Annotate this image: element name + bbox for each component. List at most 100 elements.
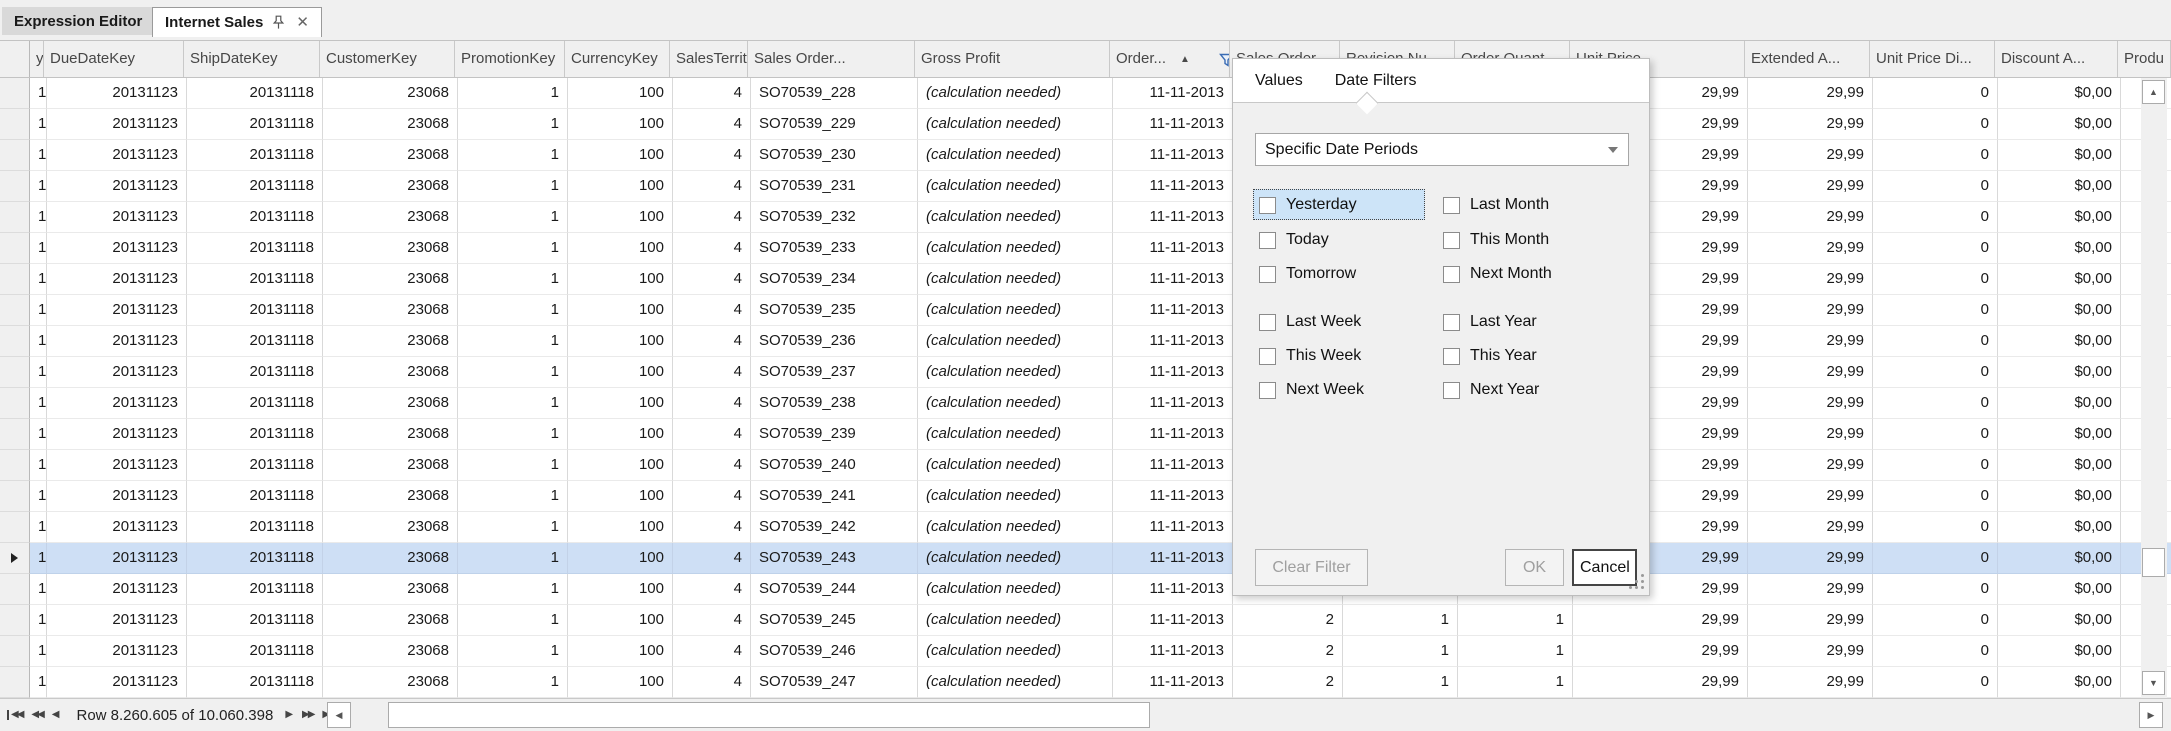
resize-grip-icon[interactable]: [1629, 574, 1644, 589]
grid-cell-GrossProfit[interactable]: (calculation needed): [918, 140, 1113, 171]
vertical-scrollbar[interactable]: ▲ ▼: [2141, 78, 2167, 698]
checkbox-label[interactable]: This Year: [1470, 347, 1537, 365]
date-filter-option-today[interactable]: Today: [1259, 229, 1329, 251]
grid-cell-DiscountAmount[interactable]: $0,00: [1998, 543, 2121, 574]
grid-cell-GrossProfit[interactable]: (calculation needed): [918, 109, 1113, 140]
row-selector-cell[interactable]: [0, 171, 30, 202]
grid-cell-PromotionKey[interactable]: 1: [458, 202, 568, 233]
grid-cell-CustomerKey[interactable]: 23068: [323, 388, 458, 419]
grid-cell-DueDateKey[interactable]: 20131123: [47, 326, 187, 357]
grid-cell-PromotionKey[interactable]: 1: [458, 388, 568, 419]
grid-cell-y[interactable]: 1: [30, 326, 47, 357]
grid-cell-SalesOrderNumber[interactable]: SO70539_244: [751, 574, 918, 605]
grid-cell-DueDateKey[interactable]: 20131123: [47, 512, 187, 543]
grid-cell-ShipDateKey[interactable]: 20131118: [187, 295, 323, 326]
table-row[interactable]: 1 20131123 20131118 23068 1 100 4 SO70539_244 (c…: [0, 574, 2171, 605]
column-header-CurrencyKey[interactable]: CurrencyKey: [565, 41, 670, 77]
table-row[interactable]: 1 20131123 20131118 23068 1 100 4 SO70539_237 (c…: [0, 357, 2171, 388]
grid-cell-ExtendedAmount[interactable]: 29,99: [1748, 202, 1873, 233]
table-row[interactable]: 1 20131123 20131118 23068 1 100 4 SO70539_233 (c…: [0, 233, 2171, 264]
grid-cell-OrderDate[interactable]: 11-11-2013: [1113, 109, 1233, 140]
grid-cell-SalesTerritory[interactable]: 4: [673, 543, 751, 574]
checkbox-icon[interactable]: [1443, 231, 1460, 249]
grid-cell-ShipDateKey[interactable]: 20131118: [187, 140, 323, 171]
grid-cell-CustomerKey[interactable]: 23068: [323, 419, 458, 450]
grid-cell-CustomerKey[interactable]: 23068: [323, 512, 458, 543]
grid-cell-CurrencyKey[interactable]: 100: [568, 605, 673, 636]
grid-cell-ShipDateKey[interactable]: 20131118: [187, 171, 323, 202]
grid-cell-PromotionKey[interactable]: 1: [458, 574, 568, 605]
grid-cell-OrderDate[interactable]: 11-11-2013: [1113, 419, 1233, 450]
grid-cell-DiscountAmount[interactable]: $0,00: [1998, 295, 2121, 326]
row-selector-cell[interactable]: [0, 388, 30, 419]
grid-cell-y[interactable]: 1: [30, 667, 47, 698]
grid-cell-SalesOrderNumber[interactable]: SO70539_237: [751, 357, 918, 388]
grid-cell-ExtendedAmount[interactable]: 29,99: [1748, 264, 1873, 295]
ok-button[interactable]: OK: [1505, 549, 1564, 586]
grid-cell-RevisionNumber[interactable]: 1: [1343, 605, 1458, 636]
grid-cell-DiscountAmount[interactable]: $0,00: [1998, 450, 2121, 481]
grid-cell-PromotionKey[interactable]: 1: [458, 481, 568, 512]
table-row[interactable]: 1 20131123 20131118 23068 1 100 4 SO70539_240 (c…: [0, 450, 2171, 481]
row-selector-cell[interactable]: [0, 357, 30, 388]
scroll-up-icon[interactable]: ▲: [2142, 80, 2165, 104]
date-filter-option-next-month[interactable]: Next Month: [1443, 263, 1552, 285]
date-filter-option-next-week[interactable]: Next Week: [1259, 379, 1364, 401]
grid-cell-ExtendedAmount[interactable]: 29,99: [1748, 109, 1873, 140]
grid-cell-DueDateKey[interactable]: 20131123: [47, 450, 187, 481]
grid-cell-PromotionKey[interactable]: 1: [458, 140, 568, 171]
date-filter-option-this-month[interactable]: This Month: [1443, 229, 1549, 251]
grid-cell-GrossProfit[interactable]: (calculation needed): [918, 388, 1113, 419]
grid-cell-RevisionNumber[interactable]: 1: [1343, 636, 1458, 667]
grid-cell-SalesTerritory[interactable]: 4: [673, 171, 751, 202]
row-selector-cell[interactable]: [0, 202, 30, 233]
tab-internet-sales[interactable]: Internet Sales ✕: [152, 7, 322, 37]
grid-cell-y[interactable]: 1: [30, 481, 47, 512]
grid-cell-CustomerKey[interactable]: 23068: [323, 202, 458, 233]
checkbox-icon[interactable]: [1443, 313, 1460, 331]
grid-cell-ExtendedAmount[interactable]: 29,99: [1748, 512, 1873, 543]
grid-cell-SalesOrderNumber[interactable]: SO70539_246: [751, 636, 918, 667]
grid-cell-GrossProfit[interactable]: (calculation needed): [918, 78, 1113, 109]
grid-cell-DueDateKey[interactable]: 20131123: [47, 481, 187, 512]
grid-cell-y[interactable]: 1: [30, 109, 47, 140]
grid-cell-SalesOrderNumber[interactable]: SO70539_241: [751, 481, 918, 512]
grid-cell-CustomerKey[interactable]: 23068: [323, 78, 458, 109]
grid-cell-UnitPrice[interactable]: 29,99: [1573, 667, 1748, 698]
grid-cell-y[interactable]: 1: [30, 295, 47, 326]
grid-cell-UnitPriceDiscount[interactable]: 0: [1873, 233, 1998, 264]
grid-cell-ExtendedAmount[interactable]: 29,99: [1748, 636, 1873, 667]
grid-cell-DiscountAmount[interactable]: $0,00: [1998, 264, 2121, 295]
grid-cell-CurrencyKey[interactable]: 100: [568, 202, 673, 233]
grid-cell-DueDateKey[interactable]: 20131123: [47, 202, 187, 233]
grid-cell-PromotionKey[interactable]: 1: [458, 543, 568, 574]
table-row[interactable]: 1 20131123 20131118 23068 1 100 4 SO70539_239 (c…: [0, 419, 2171, 450]
table-row[interactable]: 1 20131123 20131118 23068 1 100 4 SO70539_234 (c…: [0, 264, 2171, 295]
column-header-GrossProfit[interactable]: Gross Profit: [915, 41, 1110, 77]
grid-cell-SalesTerritory[interactable]: 4: [673, 202, 751, 233]
grid-cell-CustomerKey[interactable]: 23068: [323, 357, 458, 388]
table-row[interactable]: 1 20131123 20131118 23068 1 100 4 SO70539_236 (c…: [0, 326, 2171, 357]
grid-cell-GrossProfit[interactable]: (calculation needed): [918, 326, 1113, 357]
grid-cell-CurrencyKey[interactable]: 100: [568, 357, 673, 388]
table-row[interactable]: 1 20131123 20131118 23068 1 100 4 SO70539_230 (c…: [0, 140, 2171, 171]
grid-cell-GrossProfit[interactable]: (calculation needed): [918, 295, 1113, 326]
grid-cell-SalesOrderLine[interactable]: 2: [1233, 636, 1343, 667]
grid-cell-y[interactable]: 1: [30, 419, 47, 450]
grid-cell-GrossProfit[interactable]: (calculation needed): [918, 450, 1113, 481]
table-row[interactable]: 1 20131123 20131118 23068 1 100 4 SO70539_247 (c…: [0, 667, 2171, 698]
grid-cell-DueDateKey[interactable]: 20131123: [47, 574, 187, 605]
grid-cell-DiscountAmount[interactable]: $0,00: [1998, 419, 2121, 450]
grid-cell-RevisionNumber[interactable]: 1: [1343, 667, 1458, 698]
grid-cell-OrderQuantity[interactable]: 1: [1458, 636, 1573, 667]
grid-cell-ShipDateKey[interactable]: 20131118: [187, 78, 323, 109]
table-row[interactable]: 1 20131123 20131118 23068 1 100 4 SO70539_231 (c…: [0, 171, 2171, 202]
checkbox-icon[interactable]: [1443, 381, 1460, 399]
grid-cell-UnitPriceDiscount[interactable]: 0: [1873, 388, 1998, 419]
checkbox-icon[interactable]: [1443, 265, 1460, 283]
grid-cell-GrossProfit[interactable]: (calculation needed): [918, 233, 1113, 264]
grid-cell-ExtendedAmount[interactable]: 29,99: [1748, 171, 1873, 202]
grid-cell-OrderDate[interactable]: 11-11-2013: [1113, 357, 1233, 388]
checkbox-icon[interactable]: [1259, 313, 1276, 331]
table-row[interactable]: 1 20131123 20131118 23068 1 100 4 SO70539_246 (c…: [0, 636, 2171, 667]
